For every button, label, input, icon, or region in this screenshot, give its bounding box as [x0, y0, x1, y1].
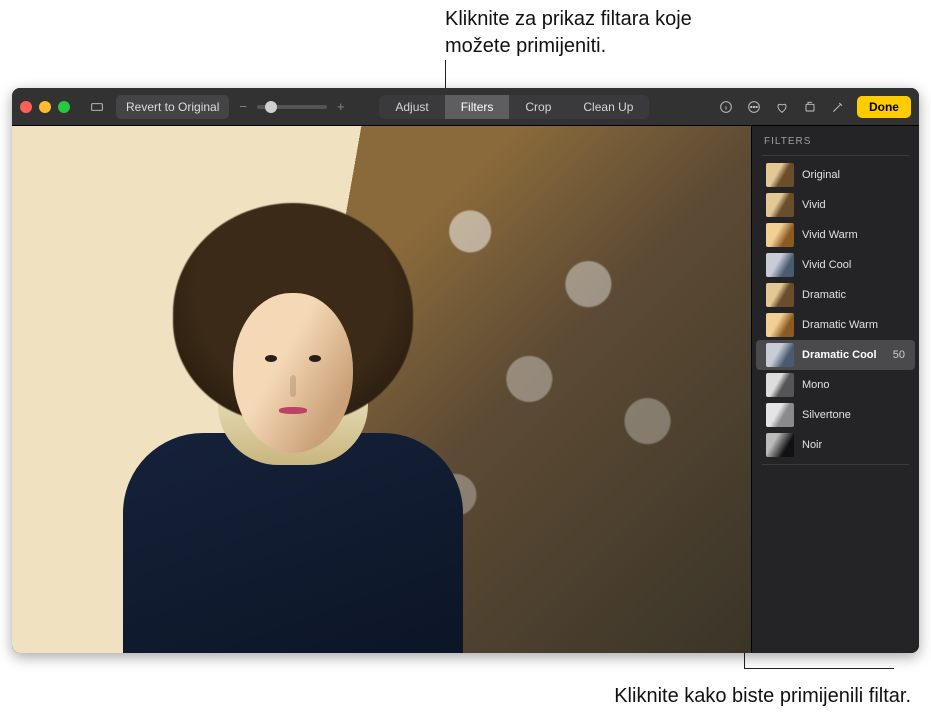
filter-thumbnail [766, 193, 794, 217]
filter-thumbnail [766, 283, 794, 307]
filter-item[interactable]: Vivid [756, 190, 915, 220]
filter-list: Original Vivid Vivid Warm Vivid Cool Dramati… [752, 160, 919, 460]
more-icon[interactable] [741, 95, 767, 119]
aspect-toggle-icon[interactable] [84, 95, 110, 119]
filter-item[interactable]: Original [756, 160, 915, 190]
filter-name-label: Vivid Warm [802, 229, 905, 241]
divider [762, 155, 909, 156]
divider [762, 464, 909, 465]
tab-filters[interactable]: Filters [445, 95, 510, 119]
filter-item[interactable]: Vivid Warm [756, 220, 915, 250]
tab-cleanup[interactable]: Clean Up [567, 95, 649, 119]
zoom-window-button[interactable] [58, 101, 70, 113]
window-controls [20, 101, 70, 113]
tab-adjust[interactable]: Adjust [379, 95, 444, 119]
filter-thumbnail [766, 343, 794, 367]
filters-sidebar: FILTERS Original Vivid Vivid Warm Vivid Coo… [751, 126, 919, 653]
info-icon[interactable] [713, 95, 739, 119]
filter-thumbnail [766, 373, 794, 397]
minimize-window-button[interactable] [39, 101, 51, 113]
editor-mode-tabs: Adjust Filters Crop Clean Up [379, 95, 649, 119]
filter-name-label: Vivid Cool [802, 259, 905, 271]
filter-thumbnail [766, 223, 794, 247]
close-window-button[interactable] [20, 101, 32, 113]
filter-name-label: Dramatic [802, 289, 905, 301]
filter-thumbnail [766, 253, 794, 277]
photo-canvas[interactable] [12, 126, 751, 653]
rotate-icon[interactable] [797, 95, 823, 119]
zoom-plus-label: + [337, 99, 345, 114]
filter-thumbnail [766, 403, 794, 427]
sidebar-title: FILTERS [752, 126, 919, 153]
photos-edit-window: Revert to Original − + Adjust Filters Cr… [12, 88, 919, 653]
editor-body: FILTERS Original Vivid Vivid Warm Vivid Coo… [12, 126, 919, 653]
filter-thumbnail [766, 163, 794, 187]
zoom-slider[interactable] [257, 105, 327, 109]
callout-apply-filter: Kliknite kako biste primijenili filtar. [481, 683, 911, 710]
filter-name-label: Dramatic Cool [802, 349, 885, 361]
auto-enhance-icon[interactable] [825, 95, 851, 119]
filter-item[interactable]: Dramatic Cool 50 [756, 340, 915, 370]
toolbar: Revert to Original − + Adjust Filters Cr… [12, 88, 919, 126]
zoom-minus-label: − [239, 99, 247, 114]
tab-crop[interactable]: Crop [509, 95, 567, 119]
photo-subject [113, 173, 473, 653]
filter-item[interactable]: Mono [756, 370, 915, 400]
callout-filters-tab: Kliknite za prikaz filtara koje možete p… [445, 6, 745, 60]
favorite-heart-icon[interactable] [769, 95, 795, 119]
filter-name-label: Silvertone [802, 409, 905, 421]
filter-name-label: Vivid [802, 199, 905, 211]
callout-leader [744, 668, 894, 669]
filter-intensity-value: 50 [893, 349, 905, 361]
filter-item[interactable]: Silvertone [756, 400, 915, 430]
filter-item[interactable]: Dramatic [756, 280, 915, 310]
done-button[interactable]: Done [857, 96, 911, 118]
filter-name-label: Noir [802, 439, 905, 451]
filter-name-label: Mono [802, 379, 905, 391]
revert-to-original-button[interactable]: Revert to Original [116, 95, 229, 119]
filter-item[interactable]: Noir [756, 430, 915, 460]
filter-name-label: Dramatic Warm [802, 319, 905, 331]
filter-thumbnail [766, 433, 794, 457]
filter-item[interactable]: Vivid Cool [756, 250, 915, 280]
filter-name-label: Original [802, 169, 905, 181]
filter-thumbnail [766, 313, 794, 337]
filter-item[interactable]: Dramatic Warm [756, 310, 915, 340]
